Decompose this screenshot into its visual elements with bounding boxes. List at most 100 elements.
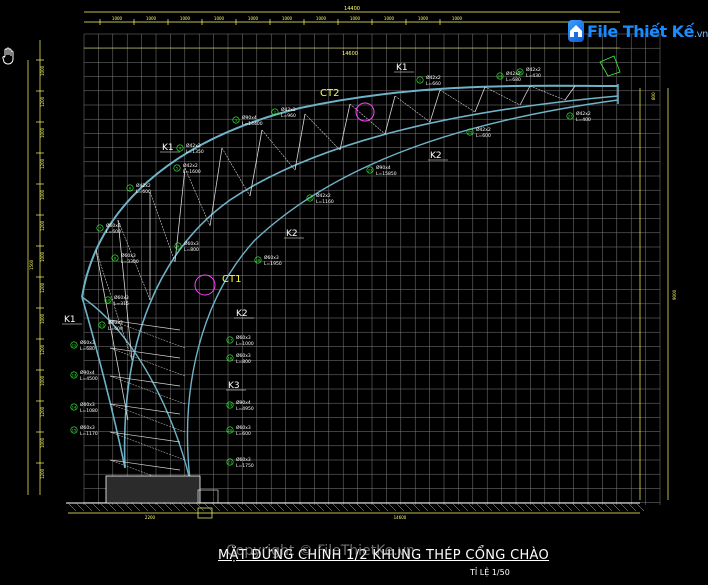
truss-vertical (429, 89, 441, 123)
member-spec: Ø60x3 (236, 456, 251, 463)
ground-hatch (147, 502, 157, 512)
ground-hatch (499, 502, 509, 512)
ground-hatch (427, 502, 437, 512)
ground-hatch (291, 502, 301, 512)
member-length: L=1000 (236, 341, 254, 347)
ground-hatch (131, 502, 141, 512)
member-length: L=1950 (264, 261, 282, 267)
ground-hatch (467, 502, 477, 512)
logo-brand: File Thiết Kế (587, 21, 694, 41)
member-spec: Ø42x2 (526, 66, 541, 73)
ground-hatch (539, 502, 549, 512)
ground-hatch (387, 502, 397, 512)
dim-text: 1000 (40, 437, 45, 448)
member-id: 26 (518, 71, 522, 75)
member-spec: Ø60x3 (264, 254, 279, 261)
ground-hatch (155, 502, 165, 512)
dim-text: 1200 (40, 96, 45, 107)
leg-rung (109, 347, 181, 359)
ground-hatch (435, 502, 445, 512)
ground-hatch (139, 502, 149, 512)
dim-text: 1000 (418, 16, 429, 21)
dim-text-bottom: 14600 (394, 515, 407, 520)
cad-drawing-canvas: 14400 1000 1000 1000 1000 1000 1000 1000 1000 100… (27, 6, 677, 520)
section-label: K1 (162, 143, 174, 153)
member-length: L=4500 (80, 376, 98, 382)
detail-circle-ct2 (355, 102, 375, 122)
drawing-grid (83, 33, 661, 505)
ground-hatch (299, 502, 309, 512)
detail-label-ct1: CT1 (222, 274, 241, 285)
dim-text: 1000 (40, 251, 45, 262)
section-label: K2 (286, 229, 298, 239)
dim-text-top: 14400 (344, 6, 360, 12)
ground-hatch (99, 502, 109, 512)
member-spec: Ø60x3 (236, 352, 251, 359)
ground-hatch (459, 502, 469, 512)
site-logo[interactable]: File Thiết Kế.vn (568, 18, 708, 44)
ground-hatch (603, 502, 613, 512)
truss-diagonal (149, 191, 176, 263)
section-label: K2 (236, 309, 248, 319)
ground-hatch (371, 502, 381, 512)
ground-hatch (523, 502, 533, 512)
section-label: K2 (430, 151, 442, 161)
member-id: 9 (177, 245, 179, 249)
truss-vertical (209, 147, 223, 227)
member-spec: Ø60x3 (80, 339, 95, 346)
ground-hatch (211, 502, 221, 512)
member-spec: Ø42x2 (316, 192, 331, 199)
member-spec: Ø60x3 (80, 401, 95, 408)
inner-arch-chord-2 (186, 99, 619, 481)
member-id: 15 (72, 429, 76, 433)
ground-hatch (595, 502, 605, 512)
member-spec: Ø90x4 (80, 369, 95, 376)
copyright-watermark: Copyright © FileThietKe.vn (226, 543, 415, 559)
leg-rung (109, 403, 181, 415)
member-id: 25 (468, 131, 472, 135)
dim-text: 1000 (282, 16, 293, 21)
member-spec: Ø60x3 (236, 424, 251, 431)
member-spec: Ø90x4 (242, 114, 257, 121)
ground-hatch (107, 502, 117, 512)
dim-text: 1000 (40, 189, 45, 200)
ground-hatch (443, 502, 453, 512)
dim-text: 1200 (40, 468, 45, 479)
section-label: K3 (228, 381, 240, 391)
member-spec: Ø42x2 (576, 110, 591, 117)
ground-hatch (115, 502, 125, 512)
ground-hatch (171, 502, 181, 512)
member-length: L=1600 (183, 169, 201, 175)
ground-hatch (283, 502, 293, 512)
ground-hatch (627, 502, 637, 512)
dim-text: 1000 (40, 313, 45, 324)
section-label: K1 (64, 315, 76, 325)
member-id: 23 (368, 169, 372, 173)
member-spec: Ø60x3 (114, 294, 129, 301)
dim-text: 1000 (248, 16, 259, 21)
member-id: 18 (228, 357, 232, 361)
ground-hatch (395, 502, 405, 512)
member-id: 24 (498, 75, 503, 79)
member-length: L=14400 (242, 121, 263, 127)
member-spec: Ø42x2 (476, 126, 491, 133)
ground-hatch (507, 502, 517, 512)
ground-hatch (275, 502, 285, 512)
ground-hatch (331, 502, 341, 512)
steel-arch-frame (81, 55, 621, 504)
member-spec: Ø42x2 (186, 142, 201, 149)
dim-text: 1000 (40, 375, 45, 386)
member-length: L=1350 (186, 149, 204, 155)
dim-text-left: 1500 (29, 259, 34, 270)
pan-hand-icon[interactable] (2, 47, 16, 65)
member-id: 1 (419, 79, 421, 83)
ground-hatch (563, 502, 573, 512)
dim-text: 1200 (40, 406, 45, 417)
member-spec: Ø90x4 (376, 164, 391, 171)
member-spec: Ø60x3 (106, 222, 121, 229)
member-length: L=800 (184, 247, 199, 253)
outer-arch-chord (81, 84, 619, 298)
truss-diagonal (394, 95, 431, 123)
member-length: L=680 (506, 77, 521, 83)
member-length: L=1160 (316, 199, 334, 205)
